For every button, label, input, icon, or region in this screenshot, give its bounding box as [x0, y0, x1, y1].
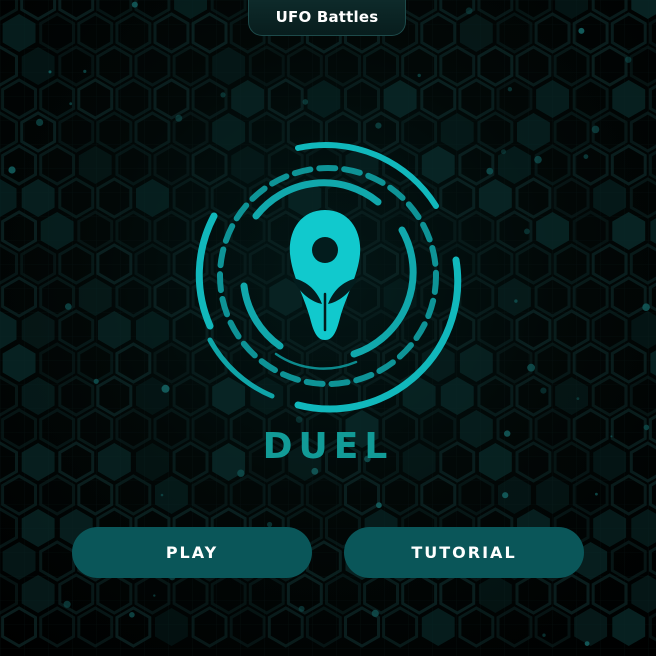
background-particle [48, 70, 52, 74]
background-particle [502, 492, 509, 499]
background-particle [83, 69, 87, 73]
background-particle [36, 118, 44, 126]
background-particle [576, 397, 580, 400]
background-particle [220, 92, 226, 98]
background-particle [302, 99, 309, 105]
background-particle [486, 167, 494, 175]
tutorial-button[interactable]: TUTORIAL [344, 527, 584, 578]
background-particle [542, 633, 546, 637]
background-particle [540, 387, 547, 394]
background-particle [501, 149, 506, 155]
background-particle [527, 363, 535, 372]
title-tab: UFO Battles [248, 0, 406, 36]
background-particle [376, 502, 382, 509]
background-particle [65, 303, 72, 310]
background-particle [578, 27, 585, 34]
background-particle [371, 609, 379, 618]
background-particle [175, 114, 183, 122]
background-particle [153, 594, 156, 597]
background-particle [131, 1, 138, 8]
background-particle [642, 303, 650, 312]
play-button[interactable]: PLAY [72, 527, 312, 578]
background-particle [237, 469, 245, 477]
background-particle [129, 612, 135, 618]
background-particle [591, 125, 600, 134]
background-particle [161, 384, 170, 393]
alien-head-icon [195, 141, 462, 413]
background-particle [524, 228, 530, 235]
background-particle [595, 492, 598, 496]
background-particle [534, 155, 542, 164]
background-particle [298, 605, 305, 612]
game-mode-label: DUEL [262, 426, 394, 467]
background-particle [583, 154, 589, 160]
background-particle [8, 166, 16, 174]
app-title: UFO Battles [275, 7, 379, 26]
background-particle [375, 122, 382, 129]
background-particle [63, 600, 71, 608]
background-particle [625, 56, 632, 63]
background-particle [160, 493, 164, 497]
background-particle [507, 87, 513, 92]
background-particle [93, 378, 99, 384]
background-particle [465, 7, 473, 15]
game-screen: UFO Battles DUEL PLAY TUTORIAL [0, 0, 656, 656]
background-particle [514, 299, 518, 303]
background-particle [584, 641, 590, 646]
background-particle [69, 102, 73, 106]
background-particle [417, 73, 421, 78]
background-particle [311, 467, 319, 475]
